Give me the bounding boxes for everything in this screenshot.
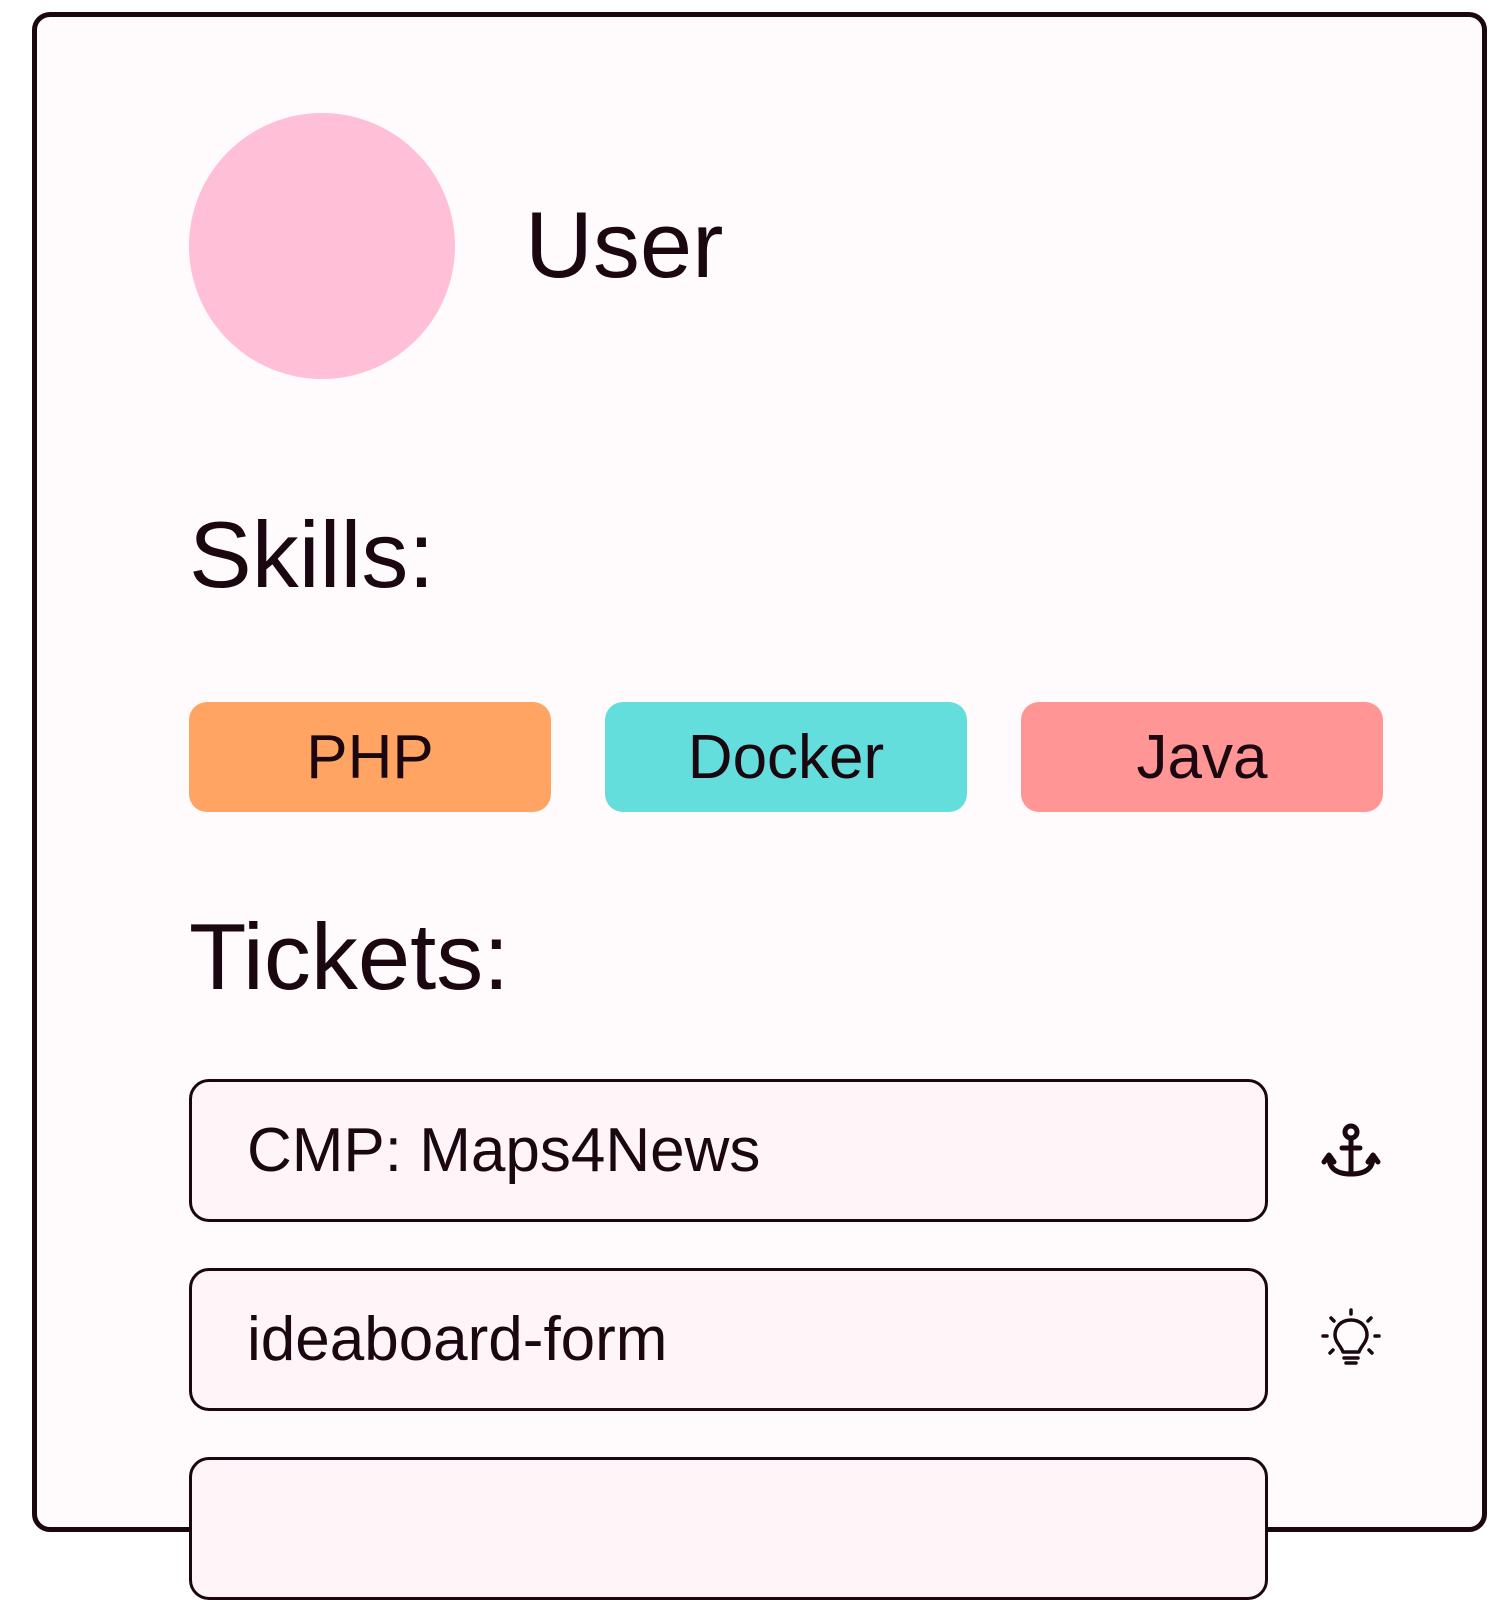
ticket-label: CMP: Maps4News	[247, 1116, 761, 1185]
user-profile-card: User Skills: PHP Docker Java Tickets: CM…	[32, 12, 1487, 1600]
avatar	[189, 113, 455, 379]
ticket-item[interactable]	[189, 1457, 1268, 1600]
skill-label: PHP	[306, 722, 434, 792]
skill-chip-php[interactable]: PHP	[189, 702, 551, 812]
lightbulb-icon	[1321, 1308, 1381, 1368]
ticket-item-cmp-maps4news[interactable]: CMP: Maps4News	[189, 1079, 1268, 1222]
ticket-item-ideaboard-form[interactable]: ideaboard-form	[189, 1268, 1268, 1411]
skill-label: Docker	[687, 722, 885, 792]
skill-chip-docker[interactable]: Docker	[605, 702, 967, 812]
ticket-label: ideaboard-form	[247, 1305, 668, 1374]
skills-title: Skills:	[189, 502, 435, 607]
skill-label: Java	[1136, 722, 1268, 792]
skill-chip-java[interactable]: Java	[1021, 702, 1383, 812]
tickets-title: Tickets:	[189, 904, 510, 1009]
user-name: User	[525, 192, 724, 297]
anchor-icon	[1321, 1121, 1381, 1181]
